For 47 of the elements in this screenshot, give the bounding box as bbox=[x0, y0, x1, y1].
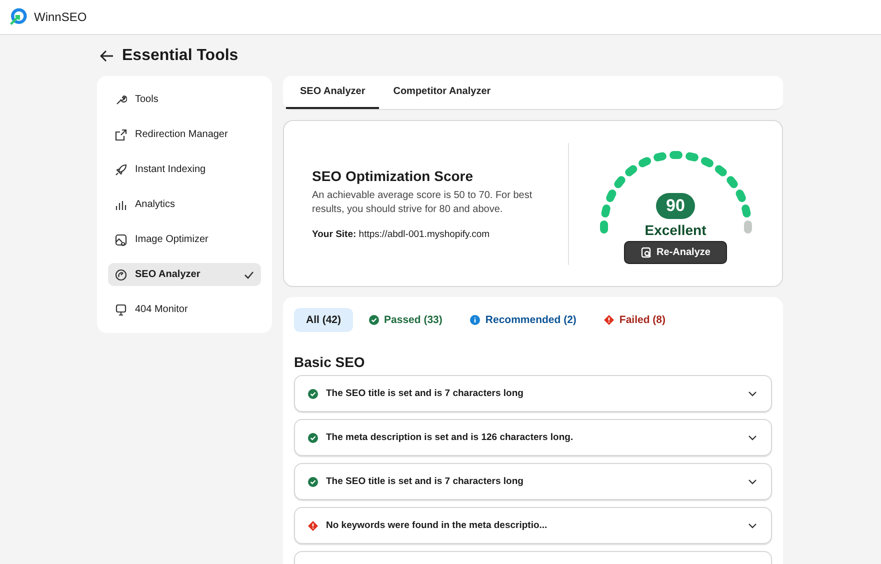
filter-tab[interactable]: Recommended (2) bbox=[458, 308, 588, 332]
gauge-icon bbox=[115, 268, 127, 280]
chevron-down-icon bbox=[748, 478, 757, 484]
check-circle-icon bbox=[369, 315, 380, 325]
score-description: An achievable average score is 50 to 70. For best results, you should strive for 80 and above. bbox=[312, 188, 534, 216]
sidebar-item[interactable]: Tools bbox=[108, 88, 261, 111]
re-analyze-button[interactable]: Re-Analyze bbox=[624, 241, 728, 264]
filter-tab[interactable]: All (42) bbox=[294, 308, 354, 332]
monitor-icon bbox=[115, 304, 127, 316]
filter-tab[interactable]: Passed (33) bbox=[357, 308, 454, 332]
sidebar-item[interactable]: 404 Monitor bbox=[108, 298, 261, 321]
tab[interactable]: SEO Analyzer bbox=[286, 76, 380, 109]
filter-tab[interactable]: Failed (8) bbox=[592, 308, 678, 332]
checkmark-icon bbox=[244, 270, 254, 278]
section-title: Basic SEO bbox=[294, 354, 366, 370]
back-arrow-icon[interactable] bbox=[100, 50, 114, 62]
chevron-down-icon bbox=[748, 522, 757, 528]
page-title: Essential Tools bbox=[122, 47, 238, 65]
score-value: 90 bbox=[656, 193, 695, 219]
chevron-down-icon bbox=[748, 434, 757, 440]
external-link-icon bbox=[115, 128, 127, 140]
sidebar-item[interactable]: Analytics bbox=[108, 193, 261, 216]
check-circle-icon bbox=[308, 432, 318, 442]
check-row[interactable]: The SEO title is set and is 7 characters long bbox=[294, 463, 772, 500]
check-circle-icon bbox=[308, 388, 318, 398]
bar-chart-icon bbox=[115, 198, 127, 210]
tab[interactable]: Competitor Analyzer bbox=[379, 76, 505, 109]
check-circle-icon bbox=[308, 476, 318, 486]
check-row[interactable]: No keywords were found in the meta descriptio... bbox=[294, 507, 772, 544]
rocket-icon bbox=[115, 164, 127, 176]
logo-icon bbox=[9, 8, 27, 26]
score-rating: Excellent bbox=[644, 222, 706, 238]
check-row[interactable]: The SEO title is set and is 7 characters long bbox=[294, 375, 772, 412]
sidebar-item[interactable]: Redirection Manager bbox=[108, 123, 261, 146]
sidebar-item[interactable]: Instant Indexing bbox=[108, 158, 261, 181]
app-name: WinnSEO bbox=[34, 10, 87, 24]
sidebar-item[interactable]: SEO Analyzer bbox=[108, 263, 261, 286]
site-url-text: Your Site: https://abdl-001.myshopify.com bbox=[312, 228, 491, 240]
chevron-down-icon bbox=[748, 390, 757, 396]
sidebar-item[interactable]: Image Optimizer bbox=[108, 228, 261, 251]
check-row[interactable]: The meta description is set and is 126 characters long. bbox=[294, 419, 772, 456]
image-icon bbox=[115, 234, 127, 246]
score-title: SEO Optimization Score bbox=[312, 168, 474, 184]
warning-diamond-icon bbox=[308, 520, 318, 530]
info-icon bbox=[470, 315, 480, 325]
search-icon bbox=[640, 247, 652, 258]
warning-diamond-icon bbox=[604, 315, 614, 325]
